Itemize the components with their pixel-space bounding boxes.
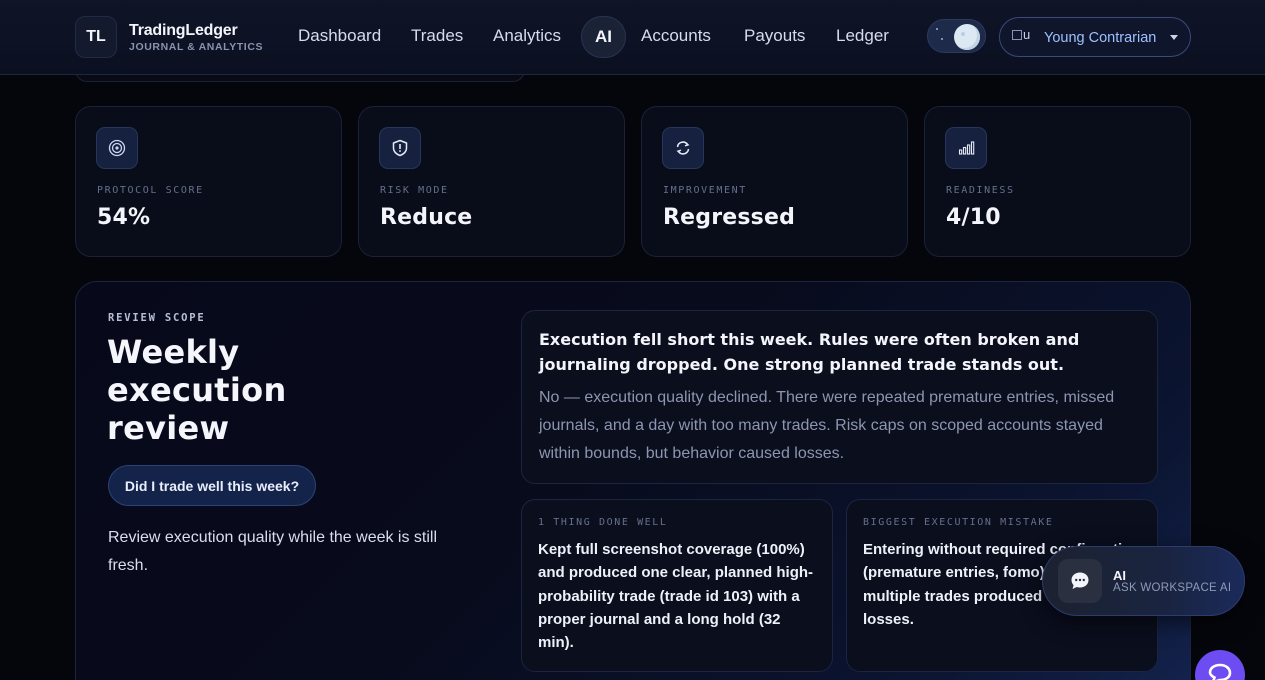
- chat-icon: [1208, 663, 1232, 680]
- avatar: u: [1012, 27, 1034, 45]
- chat-launcher-button[interactable]: [1195, 650, 1245, 680]
- brand-subtitle: JOURNAL & ANALYTICS: [129, 41, 264, 53]
- theme-toggle[interactable]: [927, 19, 986, 53]
- star-icon: [941, 38, 943, 40]
- chat-bubble-icon: [1058, 559, 1102, 603]
- ask-workspace-ai-button[interactable]: AI ASK WORKSPACE AI: [1042, 546, 1245, 616]
- stat-value: 4/10: [946, 205, 1001, 230]
- stat-label: IMPROVEMENT: [663, 185, 747, 196]
- broken-image-icon: [1012, 30, 1022, 40]
- nav-item-ai[interactable]: AI: [581, 16, 626, 58]
- biggest-mistake-label: BIGGEST EXECUTION MISTAKE: [863, 517, 1054, 528]
- stat-value: 54%: [97, 205, 151, 230]
- nav-item-accounts[interactable]: Accounts: [641, 26, 711, 46]
- stat-card-improvement: IMPROVEMENT Regressed: [641, 106, 908, 257]
- top-navigation-bar: TL TradingLedger JOURNAL & ANALYTICS Das…: [0, 0, 1265, 75]
- nav-item-dashboard[interactable]: Dashboard: [298, 26, 381, 46]
- stat-card-risk-mode: RISK MODE Reduce: [358, 106, 625, 257]
- bar-chart-icon: [945, 127, 987, 169]
- stat-card-protocol-score: PROTOCOL SCORE 54%: [75, 106, 342, 257]
- shield-alert-icon: [379, 127, 421, 169]
- done-well-label: 1 THING DONE WELL: [538, 517, 668, 528]
- star-icon: [936, 28, 938, 30]
- stat-label: PROTOCOL SCORE: [97, 185, 204, 196]
- review-question-chip[interactable]: Did I trade well this week?: [108, 465, 316, 506]
- summary-headline: Execution fell short this week. Rules we…: [539, 330, 1080, 374]
- done-well-text: Kept full screenshot coverage (100%) and…: [538, 541, 814, 652]
- nav-item-analytics[interactable]: Analytics: [493, 26, 561, 46]
- ai-fab-title: AI: [1113, 568, 1126, 583]
- review-title: Weekly execution review: [107, 333, 287, 447]
- nav-item-ledger[interactable]: Ledger: [836, 26, 889, 46]
- caret-down-icon: [1170, 35, 1178, 40]
- review-scope-label: REVIEW SCOPE: [108, 312, 206, 324]
- user-menu-button[interactable]: u Young Contrarian: [999, 17, 1191, 57]
- brand-logo[interactable]: TL: [75, 16, 117, 58]
- nav-item-payouts[interactable]: Payouts: [744, 26, 805, 46]
- stat-value: Reduce: [380, 205, 473, 230]
- summary-body: No — execution quality declined. There w…: [539, 389, 1115, 462]
- user-name: Young Contrarian: [1044, 30, 1157, 46]
- avatar-alt-text: u: [1023, 27, 1031, 42]
- nav-item-trades[interactable]: Trades: [411, 26, 463, 46]
- stat-label: READINESS: [946, 185, 1015, 196]
- stat-card-readiness: READINESS 4/10: [924, 106, 1191, 257]
- stat-label: RISK MODE: [380, 185, 449, 196]
- brand-name[interactable]: TradingLedger: [129, 22, 238, 40]
- stat-value: Regressed: [663, 205, 796, 230]
- ai-fab-subtitle: ASK WORKSPACE AI: [1113, 582, 1232, 594]
- target-icon: [96, 127, 138, 169]
- refresh-icon: [662, 127, 704, 169]
- moon-icon: [954, 24, 980, 50]
- review-description: Review execution quality while the week …: [108, 529, 438, 574]
